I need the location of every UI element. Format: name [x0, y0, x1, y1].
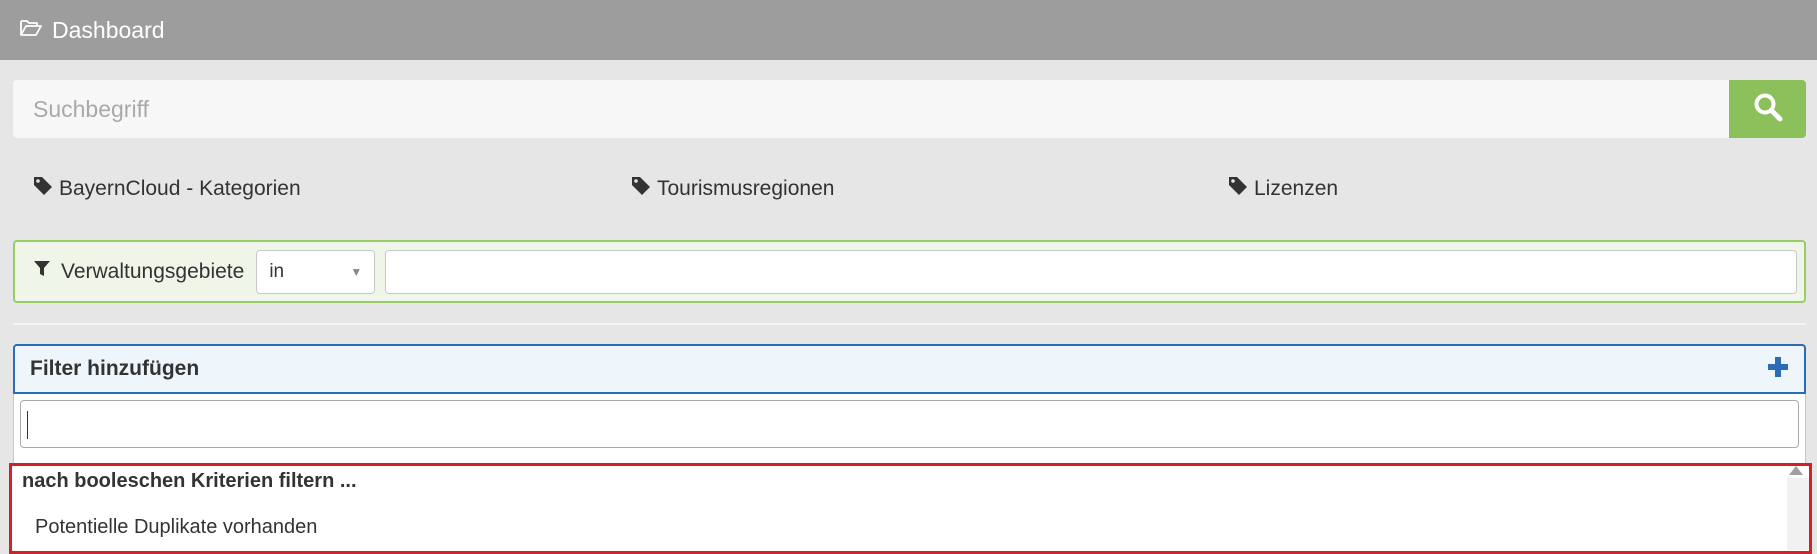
add-filter-label: Filter hinzufügen — [30, 357, 200, 380]
dropdown-search-field[interactable] — [20, 400, 1799, 448]
dropdown-results: nach booleschen Kriterien filtern ... Po… — [9, 463, 1812, 554]
tag-icon — [631, 176, 657, 202]
filter-value-input[interactable] — [385, 249, 1798, 294]
folder-open-icon — [20, 19, 42, 42]
tag-label: Lizenzen — [1254, 177, 1339, 200]
tag-icon — [33, 176, 59, 202]
search-button[interactable] — [1729, 80, 1806, 138]
scroll-up-arrow-icon[interactable] — [1789, 466, 1803, 475]
chevron-down-icon: ▼ — [350, 264, 363, 279]
tag-label: BayernCloud - Kategorien — [59, 177, 301, 200]
add-filter-dropdown[interactable]: Filter hinzufügen — [13, 344, 1806, 394]
text-cursor — [27, 411, 28, 439]
filter-label: Verwaltungsgebiete — [33, 260, 244, 284]
filter-dropdown-panel: nach booleschen Kriterien filtern ... Po… — [9, 394, 1812, 554]
scrollbar[interactable] — [1787, 478, 1809, 550]
tag-lizenzen[interactable]: Lizenzen — [1228, 176, 1338, 202]
search-input[interactable] — [13, 80, 1729, 138]
filter-icon — [33, 260, 61, 284]
option-group-title: nach booleschen Kriterien filtern ... — [22, 470, 357, 492]
search-icon — [1753, 92, 1783, 127]
tag-filter-row: BayernCloud - Kategorien Tourismusregion… — [0, 176, 1817, 206]
search-bar — [13, 80, 1806, 138]
page-title[interactable]: Dashboard — [52, 17, 165, 44]
option-potentielle-duplikate[interactable]: Potentielle Duplikate vorhanden — [35, 516, 317, 539]
top-bar: Dashboard — [0, 0, 1817, 60]
filter-label-text: Verwaltungsgebiete — [61, 259, 245, 283]
divider — [13, 323, 1806, 325]
filter-operator-select[interactable]: in ▼ — [256, 249, 376, 294]
operator-value: in — [269, 260, 285, 282]
active-filter-verwaltungsgebiete: Verwaltungsgebiete in ▼ — [13, 240, 1806, 303]
tag-bayerncloud-kategorien[interactable]: BayernCloud - Kategorien — [33, 176, 301, 202]
tag-tourismusregionen[interactable]: Tourismusregionen — [631, 176, 834, 202]
plus-icon[interactable] — [1767, 356, 1789, 383]
tag-label: Tourismusregionen — [657, 177, 835, 200]
tag-icon — [1228, 176, 1254, 202]
